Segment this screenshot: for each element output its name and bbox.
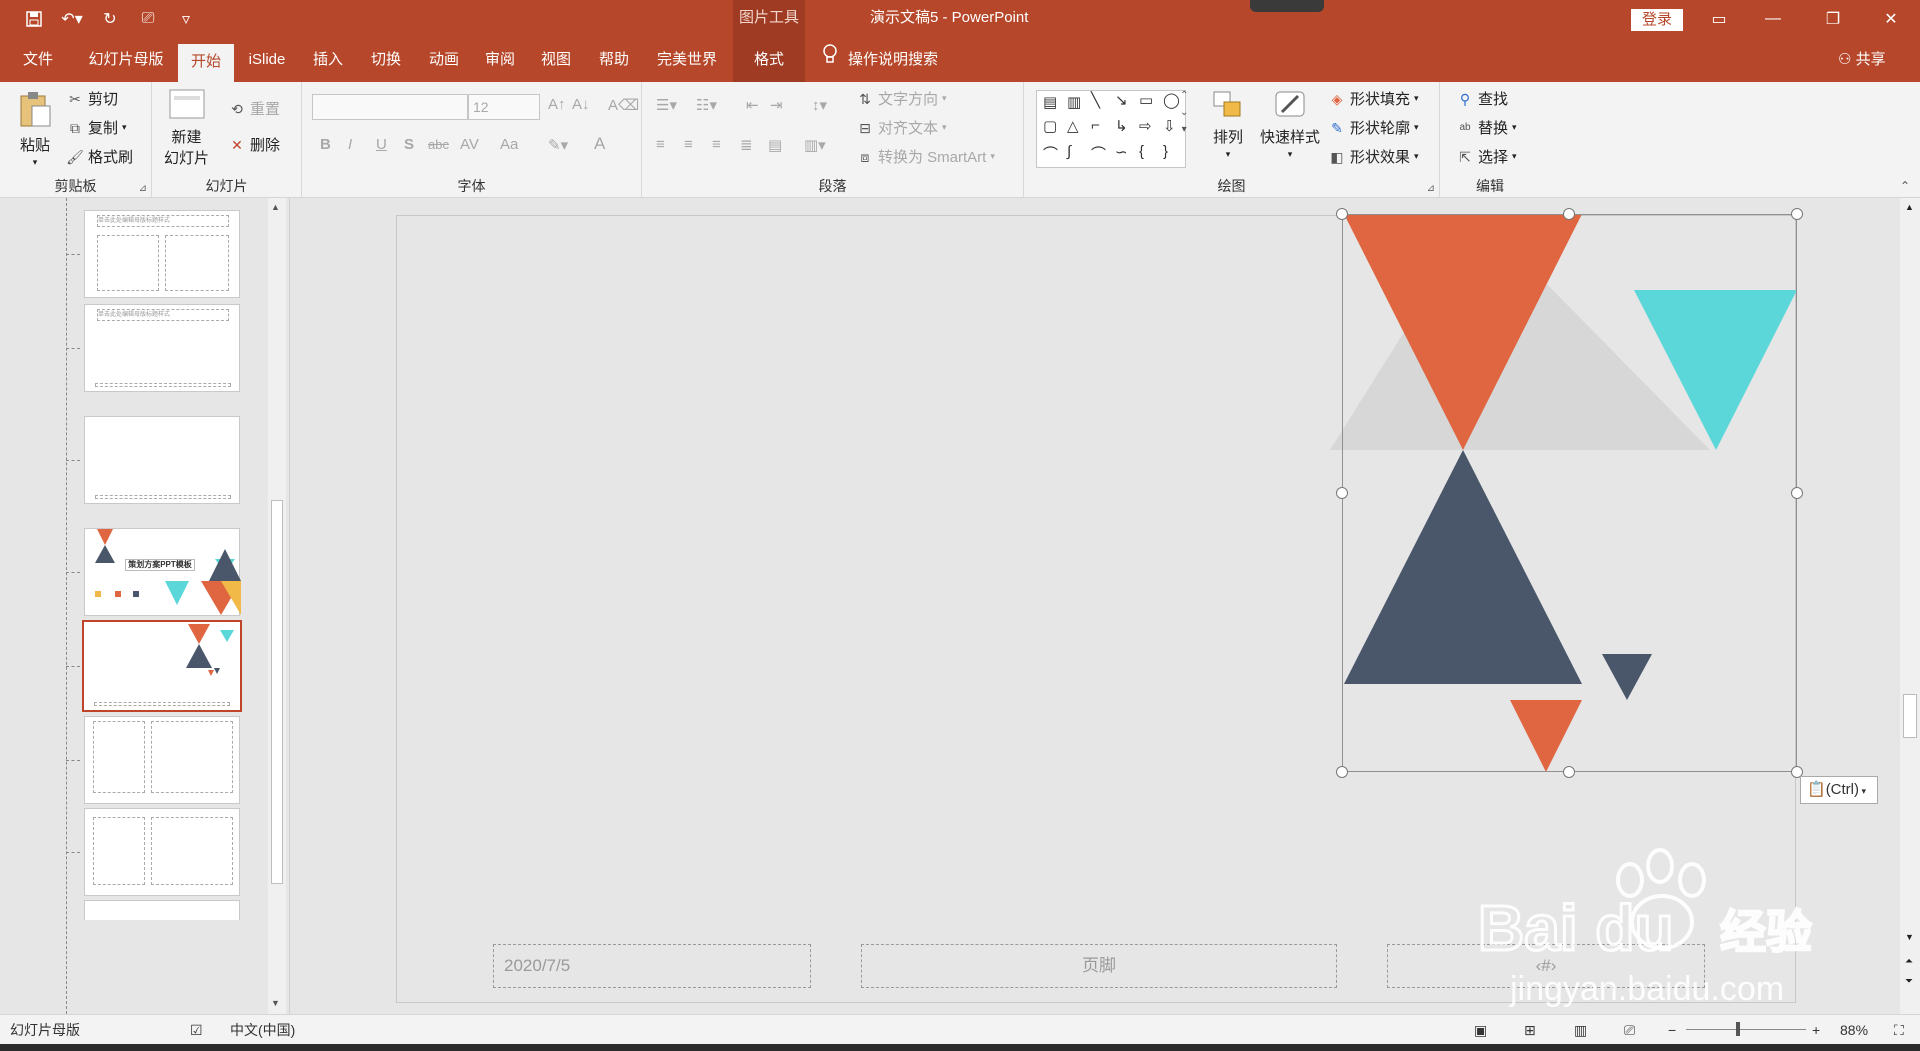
resize-handle-w[interactable] — [1336, 487, 1348, 499]
resize-handle-e[interactable] — [1791, 487, 1803, 499]
watermark-cn: 经验 — [1720, 905, 1812, 959]
zoom-level[interactable]: 88% — [1840, 1015, 1868, 1045]
resize-handle-n[interactable] — [1563, 208, 1575, 220]
zoom-in-icon[interactable]: + — [1812, 1015, 1820, 1045]
scroll-up-icon[interactable]: ▲ — [1905, 202, 1914, 212]
resize-handle-sw[interactable] — [1336, 766, 1348, 778]
slide-sorter-icon[interactable]: ⊞ — [1524, 1015, 1536, 1045]
view-mode-label: 幻灯片母版 — [10, 1022, 80, 1038]
next-slide-icon[interactable]: ⏷ — [1905, 976, 1913, 987]
slideshow-icon[interactable]: ⎚ — [1624, 1015, 1635, 1045]
watermark-url: jingyan.baidu.com — [1509, 970, 1784, 1008]
spellcheck-icon[interactable]: ☑ — [190, 1015, 203, 1045]
scroll-down-icon[interactable]: ▼ — [1905, 932, 1914, 942]
fit-to-window-icon[interactable]: ⛶ — [1894, 1015, 1904, 1045]
paste-options-label: (Ctrl) — [1825, 781, 1860, 798]
watermark-brand: Bai du — [1478, 892, 1674, 964]
resize-handle-s[interactable] — [1563, 766, 1575, 778]
zoom-out-icon[interactable]: − — [1668, 1015, 1676, 1045]
scrollbar-thumb[interactable] — [1903, 694, 1917, 738]
resize-handle-ne[interactable] — [1791, 208, 1803, 220]
reading-view-icon[interactable]: ▥ — [1574, 1015, 1587, 1045]
zoom-slider-thumb[interactable] — [1736, 1022, 1740, 1036]
resize-handle-nw[interactable] — [1336, 208, 1348, 220]
clipboard-icon: 📋 — [1807, 781, 1826, 798]
selection-frame — [1342, 214, 1797, 772]
taskbar-edge — [0, 1044, 1920, 1051]
language-label[interactable]: 中文(中国) — [230, 1015, 295, 1045]
status-bar: 幻灯片母版 ☑ 中文(中国) ▣ ⊞ ▥ ⎚ − + 88% ⛶ — [0, 1014, 1920, 1044]
baidu-watermark: Bai du 经验 jingyan.baidu.com — [1477, 848, 1813, 1008]
previous-slide-icon[interactable]: ⏶ — [1905, 956, 1913, 967]
zoom-slider-track[interactable] — [1686, 1029, 1806, 1030]
canvas-scrollbar[interactable]: ▲ ▼ ⏶ ⏷ — [1900, 198, 1920, 1014]
paste-options-button[interactable]: 📋(Ctrl) ▾ — [1800, 776, 1878, 804]
normal-view-icon[interactable]: ▣ — [1474, 1015, 1487, 1045]
paste-options-dropdown-icon: ▾ — [1859, 786, 1867, 796]
